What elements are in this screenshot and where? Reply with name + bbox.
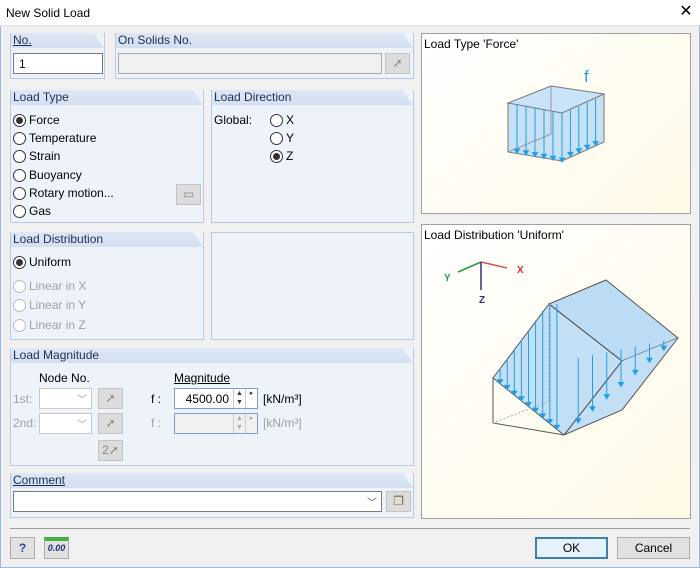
units-button[interactable]: 0.00 [44,537,69,559]
help-button[interactable]: ? [10,537,35,559]
help-icon: ? [18,541,27,555]
distribution-preview: Load Distribution 'Uniform' X Y Z [421,224,691,519]
uniform-load-illustration [457,261,679,436]
separator [10,528,690,529]
ok-button[interactable]: OK [535,537,608,559]
cancel-button[interactable]: Cancel [617,537,690,559]
units-icon: 0.00 [47,543,66,553]
